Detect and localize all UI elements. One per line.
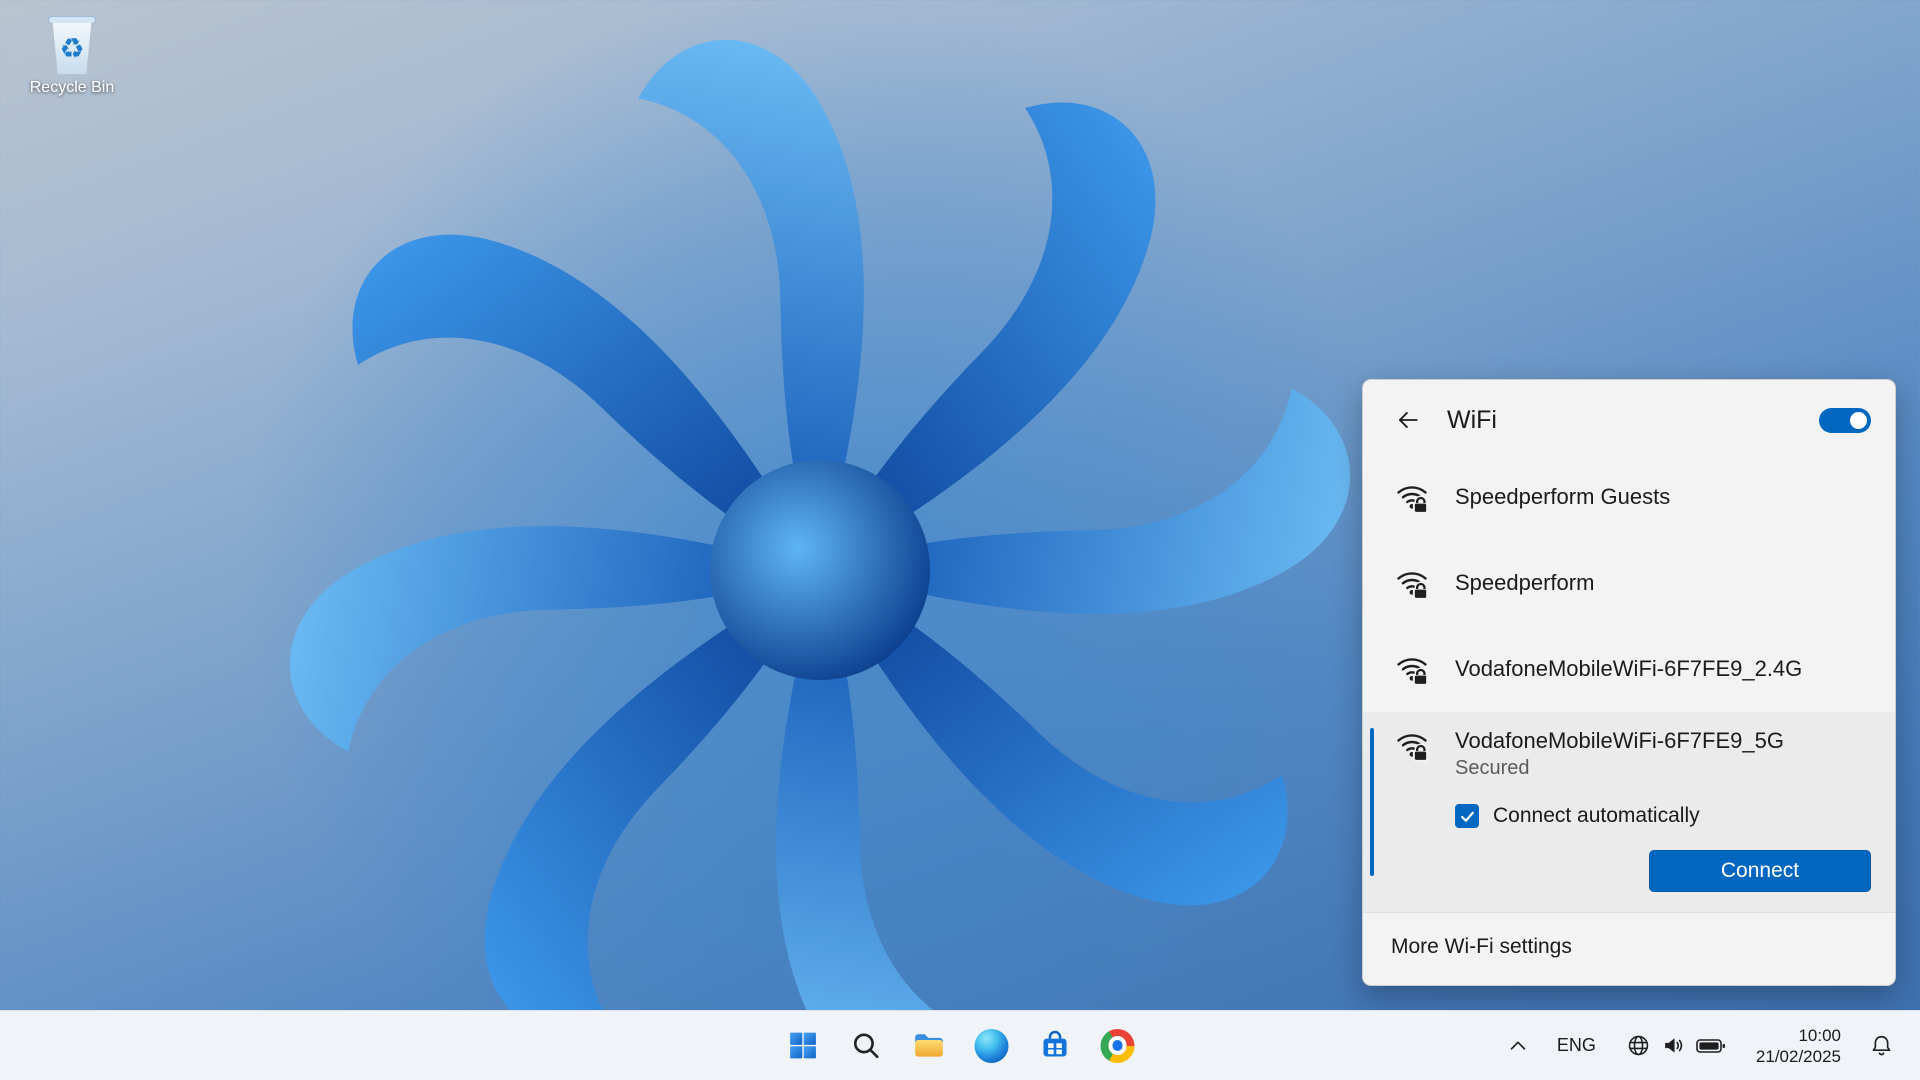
wifi-panel-header: WiFi — [1363, 380, 1895, 454]
network-status: Secured — [1455, 757, 1530, 779]
clock-date: 21/02/2025 — [1755, 1046, 1841, 1066]
wifi-secured-icon — [1395, 566, 1429, 600]
more-wifi-settings-link[interactable]: More Wi-Fi settings — [1363, 913, 1895, 985]
edge-button[interactable] — [968, 1022, 1016, 1070]
back-button[interactable] — [1389, 402, 1427, 438]
selected-accent-bar — [1370, 728, 1374, 876]
speaker-icon — [1665, 1038, 1683, 1053]
wifi-toggle-knob — [1850, 411, 1867, 429]
selected-network-header[interactable]: VodafoneMobileWiFi-6F7FE9_5G Secured — [1395, 728, 1871, 780]
start-icon — [789, 1032, 816, 1059]
globe-icon — [1628, 1035, 1649, 1056]
wifi-flyout-panel: WiFi Speedperform Guests Speedperform Vo… — [1362, 379, 1896, 986]
language-indicator[interactable]: ENG — [1551, 1027, 1602, 1064]
connect-button[interactable]: Connect — [1649, 850, 1871, 892]
wifi-secured-icon — [1395, 480, 1429, 514]
wifi-secured-icon — [1395, 728, 1429, 762]
chrome-button[interactable] — [1094, 1022, 1142, 1070]
tray-overflow-button[interactable] — [1501, 1029, 1535, 1063]
chevron-up-icon — [1510, 1041, 1526, 1050]
wifi-network-item-selected: VodafoneMobileWiFi-6F7FE9_5G Secured Con… — [1363, 712, 1895, 912]
bell-icon — [1872, 1035, 1891, 1056]
back-arrow-icon — [1398, 412, 1418, 428]
clock[interactable]: 10:00 21/02/2025 — [1750, 1021, 1847, 1071]
wallpaper-bloom — [240, 0, 1400, 1080]
taskbar-system-tray: ENG 10:00 21/02/2025 — [1501, 1011, 1920, 1080]
wifi-panel-title: WiFi — [1447, 405, 1497, 434]
recycle-bin[interactable]: ♻ Recycle Bin — [16, 14, 128, 97]
network-name: VodafoneMobileWiFi-6F7FE9_2.4G — [1455, 656, 1803, 681]
clock-time: 10:00 — [1798, 1025, 1841, 1045]
wifi-secured-icon — [1395, 652, 1429, 686]
start-button[interactable] — [779, 1022, 827, 1070]
wifi-toggle[interactable] — [1819, 407, 1871, 433]
recycle-bin-label: Recycle Bin — [29, 79, 115, 96]
taskbar-center-icons — [779, 1011, 1142, 1080]
wifi-network-item[interactable]: Speedperform — [1363, 540, 1895, 626]
network-name: VodafoneMobileWiFi-6F7FE9_5G — [1455, 728, 1784, 753]
file-explorer-icon — [914, 1034, 943, 1057]
search-button[interactable] — [842, 1022, 890, 1070]
search-icon — [853, 1033, 879, 1059]
connect-automatically-checkbox[interactable]: Connect automatically — [1455, 804, 1871, 828]
battery-icon — [1696, 1038, 1725, 1053]
network-volume-battery-group[interactable] — [1618, 1027, 1734, 1064]
file-explorer-button[interactable] — [905, 1022, 953, 1070]
chrome-icon — [1100, 1028, 1135, 1063]
checkbox-checked-icon — [1455, 804, 1479, 828]
notifications-button[interactable] — [1863, 1027, 1900, 1064]
store-icon — [1042, 1030, 1067, 1057]
wifi-network-item[interactable]: Speedperform Guests — [1363, 454, 1895, 540]
edge-icon — [974, 1028, 1009, 1063]
microsoft-store-button[interactable] — [1031, 1022, 1079, 1070]
network-name: Speedperform Guests — [1455, 484, 1671, 509]
connect-automatically-label: Connect automatically — [1493, 804, 1700, 827]
taskbar: ENG 10:00 21/02/2025 — [0, 1010, 1920, 1080]
network-name: Speedperform — [1455, 570, 1595, 595]
recycle-bin-icon: ♻ — [45, 14, 99, 74]
wifi-network-item[interactable]: VodafoneMobileWiFi-6F7FE9_2.4G — [1363, 626, 1895, 712]
